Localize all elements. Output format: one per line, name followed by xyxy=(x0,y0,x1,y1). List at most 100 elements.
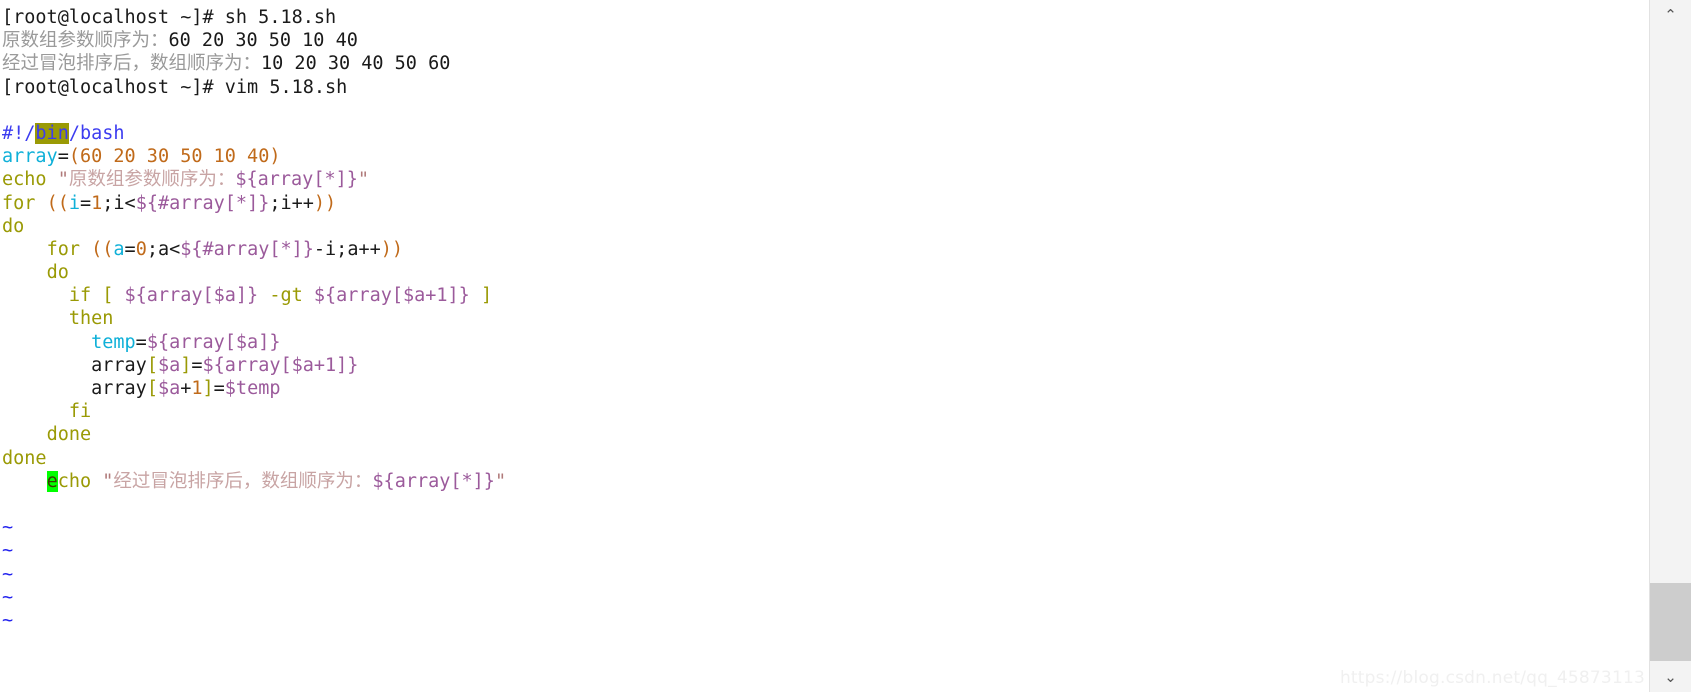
code-line-array-decl[interactable]: array=(60 20 30 50 10 40) xyxy=(2,145,1650,168)
empty-line-marker: ~ xyxy=(2,609,14,631)
code-line-shebang[interactable]: #!/bin/bash xyxy=(2,122,1650,145)
var-array: array xyxy=(2,146,58,168)
empty-line-marker: ~ xyxy=(2,563,14,585)
keyword-if: if xyxy=(68,285,92,307)
empty-line-marker: ~ xyxy=(2,586,14,608)
test-bracket-open: [ xyxy=(102,285,114,307)
keyword-echo: echo xyxy=(2,169,47,191)
shell-prompt: [root@localhost ~]# xyxy=(2,7,225,28)
code-line-if[interactable]: if [ ${array[$a]} -gt ${array[$a+1]} ] xyxy=(2,284,1650,307)
substitution-array-a: ${array[$a]} xyxy=(124,285,259,307)
substitution-array-a: ${array[$a]} xyxy=(146,331,281,353)
code-line-temp-assign[interactable]: temp=${array[$a]} xyxy=(2,331,1650,354)
scrollbar-thumb[interactable] xyxy=(1650,583,1691,661)
substitution-array-length: ${#array[*]} xyxy=(135,192,270,214)
code-line-echo-original[interactable]: echo "原数组参数顺序为：${array[*]}" xyxy=(2,168,1650,191)
operator-gt: -gt xyxy=(269,285,303,307)
shebang-slash-2: / xyxy=(68,122,80,144)
keyword-for: for xyxy=(2,192,36,214)
search-highlight-bin: bin xyxy=(35,122,69,144)
const-zero: 0 xyxy=(135,238,147,260)
shell-command: sh 5.18.sh xyxy=(224,7,337,28)
code-line-inner-done[interactable]: done xyxy=(2,423,1650,446)
test-bracket-close: ] xyxy=(480,285,493,307)
string-text-sorted: 经过冒泡排序后，数组顺序为： xyxy=(113,470,373,492)
quote-close: " xyxy=(494,470,507,492)
var-i: i xyxy=(68,192,80,214)
keyword-echo: cho xyxy=(57,470,92,492)
paren-open: ( xyxy=(68,146,80,168)
code-line-fi[interactable]: fi xyxy=(2,400,1650,423)
scroll-up-arrow-icon[interactable]: ⌃ xyxy=(1650,0,1691,30)
output-label-original: 原数组参数顺序为： xyxy=(2,30,169,52)
empty-line-marker: ~ xyxy=(2,517,14,539)
code-line-echo-sorted[interactable]: echo "经过冒泡排序后，数组顺序为：${array[*]}" xyxy=(2,470,1650,493)
code-line-inner-do[interactable]: do xyxy=(2,261,1650,284)
string-text-original: 原数组参数顺序为： xyxy=(68,169,236,191)
quote-close: " xyxy=(357,169,370,191)
paren-open: (( xyxy=(46,192,69,214)
loop-condition: ;i< xyxy=(102,192,136,214)
shell-prompt: [root@localhost ~]# xyxy=(2,76,225,98)
quote-open: " xyxy=(102,470,114,492)
index-var-a: $a xyxy=(157,354,181,376)
quote-open: " xyxy=(57,169,69,191)
watermark: https://blog.csdn.net/qq_45873113 xyxy=(1339,668,1645,688)
substitution-array-a-plus-1: ${array[$a+1]} xyxy=(202,354,359,376)
shell-output-line-1: 原数组参数顺序为：60 20 30 50 10 40 xyxy=(2,29,1650,52)
code-line-outer-done[interactable]: done xyxy=(2,447,1650,470)
shebang-hash: #! xyxy=(2,122,25,144)
shell-output-line-2: 经过冒泡排序后，数组顺序为：10 20 30 40 50 60 xyxy=(2,52,1650,75)
index-bracket-close: ] xyxy=(180,354,192,376)
assign-op: = xyxy=(213,378,225,399)
output-values-original: 60 20 30 50 10 40 xyxy=(168,30,358,52)
shell-line-command-1: [root@localhost ~]# sh 5.18.sh xyxy=(2,6,1650,29)
keyword-do: do xyxy=(46,262,69,284)
assign-op: = xyxy=(135,331,147,353)
keyword-done: done xyxy=(46,424,92,446)
index-var-a: $a xyxy=(157,378,181,399)
output-values-sorted: 10 20 30 40 50 60 xyxy=(261,53,451,75)
shell-command: vim 5.18.sh xyxy=(224,76,348,98)
assign-op: = xyxy=(57,146,69,168)
code-line-then[interactable]: then xyxy=(2,307,1650,330)
substitution-array: ${array[*]} xyxy=(235,169,358,191)
scroll-down-arrow-icon[interactable]: ⌄ xyxy=(1650,662,1691,692)
assign-op: = xyxy=(191,354,203,376)
paren-close: )) xyxy=(313,192,337,214)
keyword-then: then xyxy=(68,308,114,330)
array-name: array xyxy=(91,378,147,399)
keyword-for: for xyxy=(46,238,80,260)
var-temp: temp xyxy=(91,331,136,353)
code-line-inner-for[interactable]: for ((a=0;a<${#array[*]}-i;a++)) xyxy=(2,238,1650,261)
code-line-swap-second[interactable]: array[$a+1]=$temp xyxy=(2,377,1650,400)
scrollbar[interactable]: ⌃ ⌄ xyxy=(1649,0,1691,692)
terminal-window: [root@localhost ~]# sh 5.18.sh 原数组参数顺序为：… xyxy=(0,0,1691,692)
code-line-swap-first[interactable]: array[$a]=${array[$a+1]} xyxy=(2,354,1650,377)
terminal-content[interactable]: [root@localhost ~]# sh 5.18.sh 原数组参数顺序为：… xyxy=(0,0,1650,692)
index-plus: + xyxy=(180,378,192,399)
const-one: 1 xyxy=(91,192,103,214)
assign-op: = xyxy=(79,192,92,214)
code-line-outer-for[interactable]: for ((i=1;i<${#array[*]};i++)) xyxy=(2,192,1650,215)
paren-close: )) xyxy=(380,238,404,260)
substitution-array-length: ${#array[*]} xyxy=(180,238,314,260)
substitution-array: ${array[*]} xyxy=(372,470,495,492)
var-a: a xyxy=(113,238,125,260)
shebang-bash: bash xyxy=(79,122,125,144)
keyword-done: done xyxy=(2,447,47,469)
index-bracket-open: [ xyxy=(146,378,158,399)
array-values: 60 20 30 50 10 40 xyxy=(79,146,270,168)
assign-op: = xyxy=(124,238,136,260)
vim-cursor[interactable]: e xyxy=(46,470,58,492)
empty-line-marker: ~ xyxy=(2,540,14,562)
var-temp-ref: $temp xyxy=(224,378,281,399)
shell-line-command-2: [root@localhost ~]# vim 5.18.sh xyxy=(2,76,1650,99)
loop-increment: -i;a++ xyxy=(313,238,381,260)
substitution-array-a-plus-1: ${array[$a+1]} xyxy=(313,285,470,307)
keyword-fi: fi xyxy=(68,401,92,423)
code-line-outer-do[interactable]: do xyxy=(2,215,1650,238)
output-label-sorted: 经过冒泡排序后，数组顺序为： xyxy=(2,53,262,75)
